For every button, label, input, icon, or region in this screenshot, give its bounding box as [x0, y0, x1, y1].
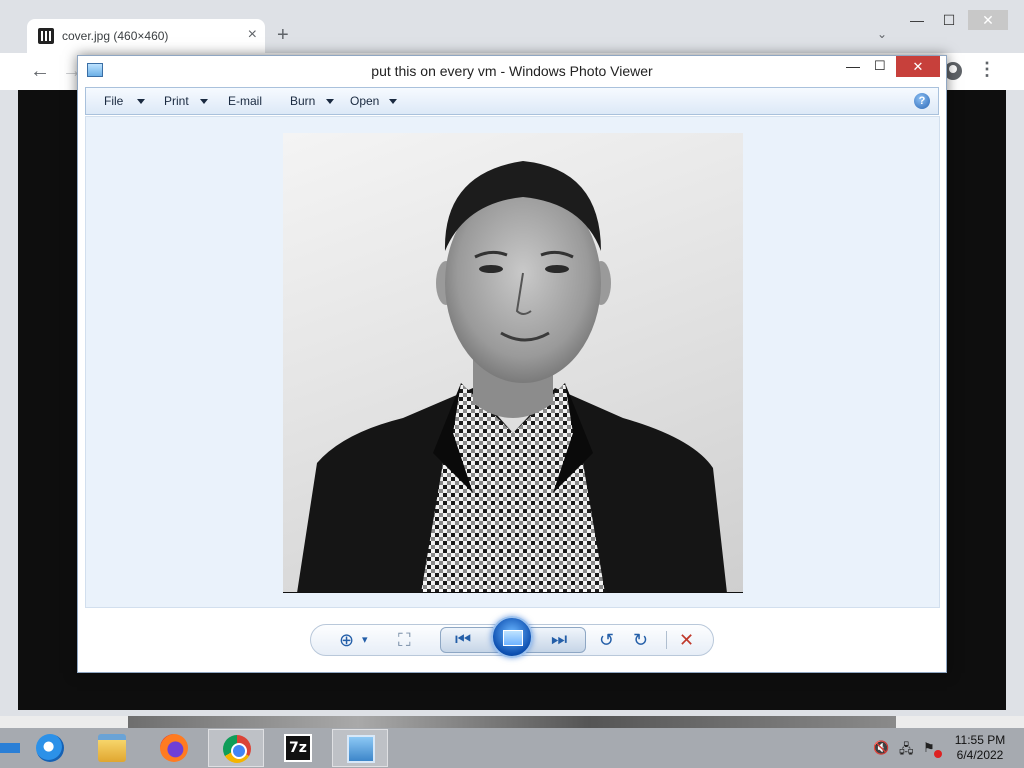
rotate-clockwise-icon[interactable]: ↻ [633, 630, 648, 651]
taskbar: 7z 🔇 🖧 ⚑ 11:55 PM 6/4/2022 [0, 728, 1024, 768]
photo-viewer-title: put this on every vm - Windows Photo Vie… [371, 63, 653, 79]
error-badge-icon [934, 750, 942, 758]
portrait-illustration [297, 161, 727, 592]
7zip-icon: 7z [284, 734, 312, 762]
photo-viewer-icon [347, 735, 375, 763]
photo-viewer-minimize-button[interactable]: — [846, 58, 866, 74]
back-arrow-icon[interactable]: ← [30, 60, 50, 83]
chrome-icon [223, 735, 251, 763]
browser-maximize-button[interactable]: ☐ [932, 10, 966, 30]
playback-controls: ⊕ ▾ ⛶ ⏮ ⏭ ↺ ↻ ✕ [310, 616, 714, 658]
help-icon[interactable]: ? [914, 93, 930, 109]
action-center-flag-icon[interactable]: ⚑ [923, 740, 942, 758]
tab-cover-jpg[interactable]: cover.jpg (460×460) × [27, 19, 265, 53]
menu-file[interactable]: File [104, 94, 123, 108]
print-dropdown-caret-icon[interactable] [200, 99, 208, 104]
browser-minimize-button[interactable]: — [900, 10, 934, 30]
internet-explorer-icon [36, 734, 64, 762]
photo-viewer-window: put this on every vm - Windows Photo Vie… [77, 55, 947, 673]
taskbar-file-explorer[interactable] [84, 729, 140, 767]
rotate-counterclockwise-icon[interactable]: ↺ [599, 630, 614, 651]
browser-menu-icon[interactable]: ⋮ [978, 59, 996, 80]
file-dropdown-caret-icon[interactable] [137, 99, 145, 104]
volume-muted-icon[interactable]: 🔇 [873, 740, 889, 756]
menu-print[interactable]: Print [164, 94, 189, 108]
menu-open[interactable]: Open [350, 94, 379, 108]
desktop-background [128, 716, 896, 728]
clock-date: 6/4/2022 [956, 748, 1004, 762]
delete-icon[interactable]: ✕ [679, 630, 694, 651]
browser-close-button[interactable]: ✕ [968, 10, 1008, 30]
firefox-icon [160, 734, 188, 762]
tab-close-icon[interactable]: × [248, 26, 257, 44]
flag-glyph-icon: ⚑ [923, 740, 935, 755]
tab-title: cover.jpg (460×460) [62, 29, 169, 43]
zoom-dropdown-caret-icon[interactable]: ▾ [362, 633, 368, 646]
portrait-photo [283, 133, 743, 593]
taskbar-chrome[interactable] [208, 729, 264, 767]
clock-time: 11:55 PM [954, 733, 1006, 747]
file-explorer-icon [98, 734, 126, 762]
photo-viewer-menubar: File Print E-mail Burn Open ? [85, 87, 939, 115]
burn-dropdown-caret-icon[interactable] [326, 99, 334, 104]
system-clock[interactable]: 11:55 PM 6/4/2022 [948, 733, 1012, 763]
tab-search-chevron-icon[interactable]: ⌄ [877, 27, 887, 41]
photo-viewer-image-area [85, 116, 940, 608]
photo-viewer-close-button[interactable]: ✕ [896, 56, 940, 77]
start-button[interactable] [0, 743, 20, 753]
next-icon[interactable]: ⏭ [551, 629, 567, 650]
menu-burn[interactable]: Burn [290, 94, 315, 108]
photo-viewer-maximize-button[interactable]: ☐ [874, 58, 894, 74]
previous-icon[interactable]: ⏮ [455, 629, 471, 650]
open-dropdown-caret-icon[interactable] [389, 99, 397, 104]
actual-size-icon[interactable]: ⛶ [398, 630, 411, 651]
controls-divider [666, 631, 667, 649]
network-icon[interactable]: 🖧 [899, 740, 915, 756]
taskbar-firefox[interactable] [146, 729, 202, 767]
taskbar-7zip[interactable]: 7z [270, 729, 326, 767]
menu-email[interactable]: E-mail [228, 94, 262, 108]
zoom-icon[interactable]: ⊕ [339, 630, 354, 651]
image-favicon-icon [38, 28, 54, 44]
taskbar-photo-viewer[interactable] [332, 729, 388, 767]
tab-strip: cover.jpg (460×460) × + ⌄ — ☐ ✕ [0, 0, 1024, 53]
play-slideshow-button[interactable] [491, 616, 533, 658]
taskbar-internet-explorer[interactable] [22, 729, 78, 767]
new-tab-button[interactable]: + [277, 24, 289, 46]
photo-viewer-titlebar: put this on every vm - Windows Photo Vie… [78, 56, 946, 86]
